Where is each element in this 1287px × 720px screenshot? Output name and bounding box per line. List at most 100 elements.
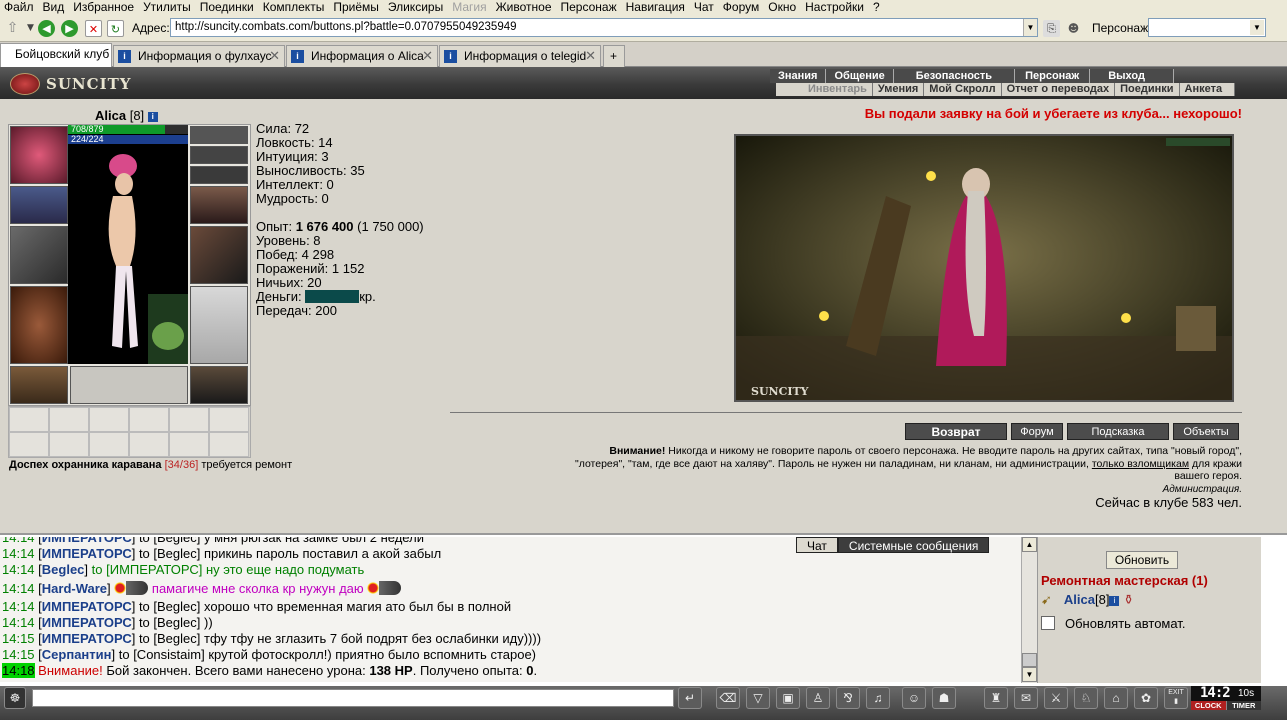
menu-view[interactable]: Вид (39, 1, 70, 13)
nav-my-scroll[interactable]: Мой Скролл (924, 83, 1002, 96)
clock-label[interactable]: CLOCK (1191, 701, 1226, 710)
menu-animal[interactable]: Животное (492, 1, 557, 13)
menu-character[interactable]: Персонаж (557, 1, 622, 13)
timer-label[interactable]: TIMER (1225, 701, 1261, 710)
scroll-up-icon[interactable]: ▲ (1022, 537, 1037, 552)
pocket-slot[interactable] (169, 407, 209, 432)
send-icon[interactable]: ↵ (678, 687, 702, 709)
close-icon[interactable]: ✕ (422, 46, 433, 66)
nav-exit[interactable]: Выход (1090, 69, 1174, 83)
bracers-slot[interactable] (10, 186, 68, 224)
nav-transfer-report[interactable]: Отчет о переводах (1002, 83, 1116, 96)
menu-sets[interactable]: Комплекты (259, 1, 330, 13)
pocket-slot[interactable] (9, 407, 49, 432)
chat-to[interactable]: to [Beglec] (139, 615, 200, 630)
chat-nick[interactable]: ИМПЕРАТОРС (42, 537, 132, 545)
chat-input[interactable] (32, 689, 674, 707)
tab-system-messages[interactable]: Системные сообщения (837, 537, 990, 553)
info-icon[interactable]: i (147, 112, 158, 122)
pocket-slot[interactable] (169, 432, 209, 457)
menu-favorites[interactable]: Избранное (69, 1, 139, 13)
fight-icon[interactable]: ⚔ (1044, 687, 1068, 709)
info-icon[interactable]: i (1109, 596, 1120, 606)
chat-nick[interactable]: Серпантин (42, 647, 112, 662)
nav-profile[interactable]: Анкета (1180, 83, 1236, 96)
refresh-button[interactable]: Обновить (1106, 551, 1178, 569)
chat-nick[interactable]: ИМПЕРАТОРС (42, 599, 132, 614)
helmet-slot[interactable] (10, 126, 68, 184)
tab-chat[interactable]: Чат (796, 537, 838, 553)
scroll-icon[interactable]: ✉ (1014, 687, 1038, 709)
chat-to[interactable]: to [Beglec] (139, 537, 200, 545)
objects-button[interactable]: Объекты (1173, 423, 1239, 440)
back-icon[interactable]: ◀ (38, 20, 55, 37)
new-tab-button[interactable]: + (603, 45, 625, 67)
save-log-icon[interactable]: ▣ (776, 687, 800, 709)
house-icon[interactable]: ⌂ (1104, 687, 1128, 709)
menu-utilities[interactable]: Утилиты (139, 1, 196, 13)
auto-refresh-checkbox[interactable] (1041, 616, 1055, 630)
chat-to[interactable]: to [Beglec] (139, 631, 200, 646)
tab-info-fullhouse[interactable]: i Информация о фулхаус ✕ (113, 45, 285, 67)
chat-mode-icon[interactable]: ☸ (4, 687, 26, 709)
refresh-icon[interactable]: ↻ (107, 20, 124, 37)
earrings-slot[interactable] (190, 126, 248, 144)
history-dropdown-icon[interactable]: ▼ (22, 20, 39, 37)
pocket-slot[interactable] (9, 432, 49, 457)
person-icon[interactable]: ♙ (806, 687, 830, 709)
nav-skills[interactable]: Умения (873, 83, 925, 96)
nav-security[interactable]: Безопасность (893, 69, 1016, 83)
smiley-icon[interactable]: ☺ (902, 687, 926, 709)
runes-slot[interactable] (70, 366, 188, 404)
chat-to[interactable]: to [Beglec] (139, 599, 200, 614)
translit-icon[interactable]: ⅋ (836, 687, 860, 709)
hint-button[interactable]: Подсказка (1067, 423, 1169, 440)
nav-battles[interactable]: Поединки (1115, 83, 1180, 96)
inventory-bag-icon[interactable]: ♜ (984, 687, 1008, 709)
menu-navigation[interactable]: Навигация (622, 1, 690, 13)
chat-nick[interactable]: ИМПЕРАТОРС (42, 631, 132, 646)
pocket-slot[interactable] (209, 432, 249, 457)
boots-slot[interactable] (190, 366, 248, 404)
menu-battles[interactable]: Поединки (196, 1, 259, 13)
menu-elixirs[interactable]: Эликсиры (384, 1, 448, 13)
forum-button[interactable]: Форум (1011, 423, 1063, 440)
exit-icon[interactable]: EXIT ▮ (1164, 687, 1188, 709)
gloves-slot[interactable] (190, 186, 248, 224)
legs-slot[interactable] (190, 286, 248, 364)
pocket-slot[interactable] (129, 407, 169, 432)
weapon-slot[interactable] (10, 226, 68, 284)
nav-character[interactable]: Персонаж (1015, 69, 1091, 83)
nav-communication[interactable]: Общение (826, 69, 894, 83)
close-icon[interactable]: ✕ (269, 46, 280, 66)
nav-inventory[interactable]: Инвентарь (776, 83, 873, 96)
pocket-slot[interactable] (89, 407, 129, 432)
tab-info-alica[interactable]: i Информация о Alica ✕ (286, 45, 438, 67)
chat-scrollbar[interactable]: ▲ ▼ (1021, 537, 1037, 683)
room-user-name[interactable]: Alica (1064, 592, 1095, 607)
chat-nick[interactable]: Beglec (42, 562, 85, 577)
pocket-slot[interactable] (89, 432, 129, 457)
pin-icon[interactable]: ⇧ (4, 20, 21, 37)
scroll-down-icon[interactable]: ▼ (1022, 667, 1037, 682)
menu-chat[interactable]: Чат (690, 1, 719, 13)
gift-icon[interactable]: ✿ (1134, 687, 1158, 709)
chat-to[interactable]: to [Consistaim] (119, 647, 205, 662)
armor-name[interactable]: Доспех охранника каравана (9, 459, 162, 471)
users-icon[interactable]: ☻ (1065, 20, 1082, 37)
pocket-slot[interactable] (129, 432, 169, 457)
address-dropdown-icon[interactable]: ▼ (1023, 19, 1037, 36)
chat-to[interactable]: to [Beglec] (139, 546, 200, 561)
shield-slot[interactable] (190, 226, 248, 284)
stop-icon[interactable]: ✕ (85, 20, 102, 37)
chat-nick[interactable]: Hard-Ware (42, 581, 107, 596)
pocket-slot[interactable] (49, 407, 89, 432)
scroll-thumb[interactable] (1022, 653, 1037, 667)
menu-forum[interactable]: Форум (719, 1, 764, 13)
arrow-icon[interactable]: ➹ (1041, 592, 1052, 607)
emotions-icon[interactable]: ☗ (932, 687, 956, 709)
notice-link[interactable]: только взломщикам (1092, 458, 1189, 470)
belt-slot[interactable] (10, 366, 68, 404)
go-icon[interactable]: ⎘ (1043, 20, 1060, 37)
tab-fight-club[interactable]: Бойцовский клуб (0, 43, 112, 67)
